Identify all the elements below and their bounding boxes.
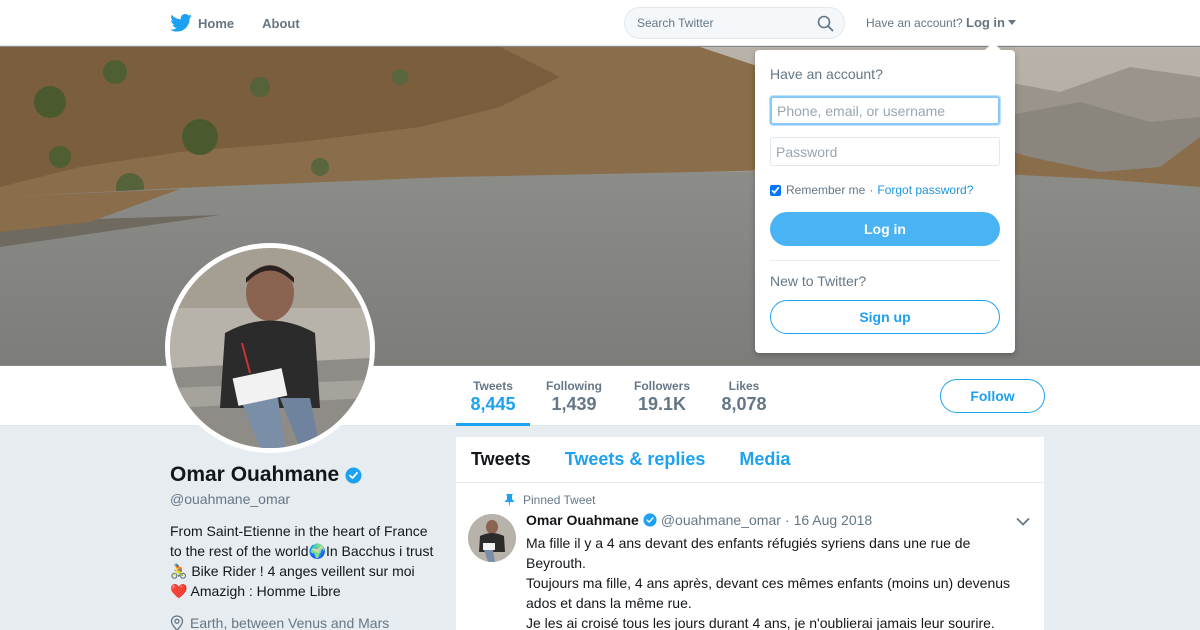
dropdown-divider: [770, 260, 1000, 261]
search-box[interactable]: Search Twitter: [624, 7, 845, 39]
tab-media[interactable]: Media: [739, 449, 790, 470]
stat-followers-label: Followers: [633, 379, 690, 393]
nav-home[interactable]: Home: [170, 14, 234, 32]
login-toggle[interactable]: Log in: [966, 15, 1016, 30]
stat-followers[interactable]: Followers 19.1K: [628, 366, 696, 426]
remember-row: Remember me · Forgot password?: [770, 183, 973, 197]
nav-about-label: About: [262, 15, 300, 31]
profile-name-row: Omar Ouahmane: [170, 463, 362, 487]
remember-separator: ·: [869, 183, 874, 197]
location-pin-icon: [170, 615, 184, 630]
tweet-separator: ·: [784, 512, 790, 528]
stat-following-value: 1,439: [551, 394, 597, 414]
new-to-twitter-text: New to Twitter?: [770, 273, 867, 289]
profile-avatar[interactable]: [165, 243, 375, 453]
profile-name: Omar Ouahmane: [170, 463, 340, 486]
nav-left: Home About: [170, 0, 328, 46]
tab-tweets-replies[interactable]: Tweets & replies: [565, 449, 706, 470]
caret-down-icon: [1008, 20, 1016, 25]
stat-following-label: Following: [546, 379, 602, 393]
tweet-item[interactable]: Pinned Tweet Omar Ouahmane @ouahmane_oma…: [456, 483, 1044, 630]
password-field[interactable]: [770, 137, 1000, 166]
tweet-avatar[interactable]: [468, 514, 516, 562]
pinned-label: Pinned Tweet: [523, 493, 596, 507]
login-toggle-label: Log in: [966, 15, 1005, 30]
search-icon[interactable]: [817, 15, 834, 32]
tweet-avatar-photo: [468, 514, 516, 562]
profile-handle[interactable]: @ouahmane_omar: [170, 491, 290, 507]
nav-home-label: Home: [198, 15, 235, 31]
pin-icon: [504, 493, 515, 507]
nav-about[interactable]: About: [262, 16, 300, 31]
stat-likes[interactable]: Likes 8,078: [714, 366, 774, 426]
verified-icon: [345, 467, 362, 483]
follow-button[interactable]: Follow: [940, 379, 1045, 413]
profile-bio: From Saint-Etienne in the heart of Franc…: [170, 523, 434, 599]
stat-tweets-label: Tweets: [473, 379, 513, 393]
pinned-indicator: Pinned Tweet: [504, 493, 596, 507]
avatar-photo: [170, 248, 370, 448]
stat-likes-value: 8,078: [721, 394, 767, 414]
twitter-bird-icon: [170, 14, 192, 32]
login-button[interactable]: Log in: [770, 212, 1000, 246]
stat-tweets[interactable]: Tweets 8,445: [456, 366, 530, 426]
username-field[interactable]: [770, 96, 1000, 125]
stat-likes-label: Likes: [728, 379, 760, 393]
search-placeholder: Search Twitter: [637, 16, 714, 30]
profile-location-text: Earth, between Venus and Mars: [190, 615, 390, 630]
tweet-author-handle[interactable]: @ouahmane_omar: [661, 512, 781, 528]
top-navigation: Home About Search Twitter Have an accoun…: [0, 0, 1200, 46]
remember-checkbox[interactable]: [770, 184, 781, 196]
verified-icon: [643, 513, 657, 527]
tweet-header: Omar Ouahmane @ouahmane_omar · 16 Aug 20…: [526, 512, 872, 528]
chevron-down-icon[interactable]: [1016, 517, 1030, 527]
tweet-author-name[interactable]: Omar Ouahmane: [526, 512, 639, 528]
tweet-date[interactable]: 16 Aug 2018: [794, 512, 873, 528]
forgot-password-link[interactable]: Forgot password?: [877, 183, 973, 197]
timeline: Tweets Tweets & replies Media Pinned Twe…: [456, 437, 1044, 630]
tweet-text: Ma fille il y a 4 ans devant des enfants…: [526, 535, 1011, 630]
login-dropdown: Have an account? Remember me · Forgot pa…: [755, 42, 1015, 353]
signup-button[interactable]: Sign up: [770, 300, 1000, 334]
remember-label[interactable]: Remember me: [786, 183, 865, 197]
stat-followers-value: 19.1K: [637, 394, 687, 414]
tab-tweets[interactable]: Tweets: [471, 449, 531, 470]
stat-following[interactable]: Following 1,439: [540, 366, 608, 426]
profile-location: Earth, between Venus and Mars: [170, 615, 389, 630]
login-dropdown-title: Have an account?: [770, 66, 883, 82]
have-account-text: Have an account?: [866, 16, 963, 30]
timeline-tabs: Tweets Tweets & replies Media: [456, 437, 1044, 483]
stat-tweets-value: 8,445: [470, 394, 516, 414]
